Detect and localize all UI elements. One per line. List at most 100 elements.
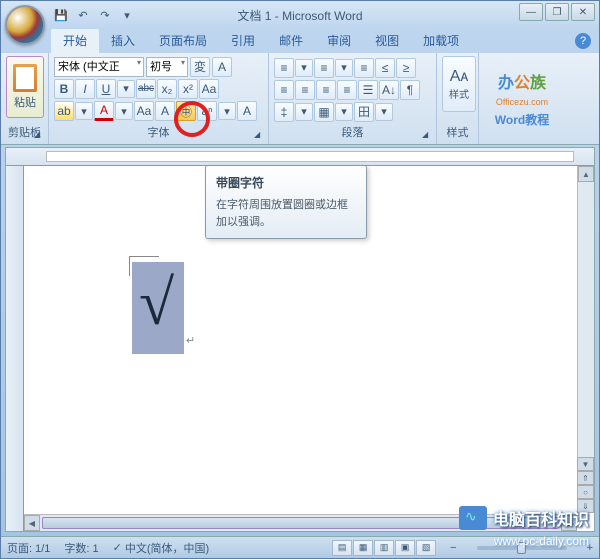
app-window: 💾 ↶ ↷ ▾ 文档 1 - Microsoft Word — ❐ ✕ 开始 插…	[0, 0, 600, 559]
phonetic-button[interactable]: aⁿ	[197, 101, 217, 121]
shading-button[interactable]: ▦	[314, 102, 334, 122]
borders-more[interactable]: ▾	[375, 103, 393, 121]
status-page[interactable]: 页面: 1/1	[7, 540, 50, 556]
horizontal-ruler[interactable]	[6, 148, 594, 166]
view-outline[interactable]: ▣	[395, 540, 415, 556]
superscript-button[interactable]: x²	[178, 79, 198, 99]
office-button[interactable]	[5, 5, 45, 45]
a2-button[interactable]: A	[237, 101, 257, 121]
font-group-label: 字体	[54, 122, 263, 142]
paste-label: 粘贴	[14, 94, 36, 110]
watermark-url: Officezu.com	[496, 97, 548, 107]
char-border-button[interactable]: A	[155, 101, 175, 121]
font-color-button[interactable]: A	[94, 101, 114, 121]
font-color-more[interactable]: ▾	[115, 102, 133, 120]
scroll-left-icon[interactable]: ◀	[24, 515, 40, 531]
shading-more[interactable]: ▾	[335, 103, 353, 121]
status-words[interactable]: 字数: 1	[64, 540, 98, 556]
close-button[interactable]: ✕	[571, 3, 595, 21]
bullets-button[interactable]: ≡	[274, 58, 294, 78]
align-center-button[interactable]: ≡	[295, 80, 315, 100]
italic-button[interactable]: I	[75, 79, 95, 99]
tooltip-description: 在字符周围放置圆圈或边框加以强调。	[216, 197, 356, 230]
cursor-guide-h	[129, 256, 159, 257]
enclose-char-button[interactable]: ㊥	[176, 101, 196, 121]
highlight-button[interactable]: ab	[54, 101, 74, 121]
window-controls: — ❐ ✕	[519, 3, 595, 21]
lang-check-icon: ✓	[113, 541, 122, 554]
justify-button[interactable]: ≡	[337, 80, 357, 100]
status-language[interactable]: ✓ 中文(简体，中国)	[113, 540, 210, 556]
maximize-button[interactable]: ❐	[545, 3, 569, 21]
font-size-select[interactable]: 初号	[146, 57, 188, 77]
show-marks-button[interactable]: ¶	[400, 80, 420, 100]
change-case-button[interactable]: Aa	[199, 79, 219, 99]
multilevel-button[interactable]: ≡	[354, 58, 374, 78]
tab-layout[interactable]: 页面布局	[147, 28, 219, 53]
align-right-button[interactable]: ≡	[316, 80, 336, 100]
scroll-up-icon[interactable]: ▲	[578, 166, 594, 182]
indent-left-button[interactable]: ≤	[375, 58, 395, 78]
styles-button[interactable]: Aᴀ 样式	[442, 56, 476, 112]
borders-button[interactable]: 田	[354, 102, 374, 122]
paste-button[interactable]: 粘贴	[6, 56, 44, 118]
view-full-screen[interactable]: ▦	[353, 540, 373, 556]
bold-button[interactable]: B	[54, 79, 74, 99]
underline-more[interactable]: ▾	[117, 80, 135, 98]
zoom-out-button[interactable]: −	[450, 542, 456, 554]
tooltip-title: 带圈字符	[216, 174, 356, 191]
numbering-button[interactable]: ≡	[314, 58, 334, 78]
wen-button[interactable]: 変	[190, 57, 210, 77]
view-print-layout[interactable]: ▤	[332, 540, 352, 556]
phonetic-more[interactable]: ▾	[218, 102, 236, 120]
save-icon[interactable]: 💾	[51, 5, 71, 25]
aa-button[interactable]: Aa	[134, 101, 154, 121]
distribute-button[interactable]: ☰	[358, 80, 378, 100]
browse-object-icon[interactable]: ○	[577, 485, 594, 499]
strikethrough-button[interactable]: abc	[136, 79, 156, 99]
view-draft[interactable]: ▧	[416, 540, 436, 556]
indent-right-button[interactable]: ≥	[396, 58, 416, 78]
undo-icon[interactable]: ↶	[73, 5, 93, 25]
paragraph-launcher[interactable]: ◢	[422, 130, 434, 142]
vertical-ruler[interactable]	[6, 166, 24, 531]
box-a-button[interactable]: A	[212, 57, 232, 77]
redo-icon[interactable]: ↷	[95, 5, 115, 25]
highlight-more[interactable]: ▾	[75, 102, 93, 120]
subscript-button[interactable]: x₂	[157, 79, 177, 99]
tab-review[interactable]: 审阅	[315, 28, 363, 53]
window-title: 文档 1 - Microsoft Word	[237, 7, 362, 24]
underline-button[interactable]: U	[96, 79, 116, 99]
paragraph-group-label: 段落	[274, 122, 431, 142]
tab-references[interactable]: 引用	[219, 28, 267, 53]
tab-mailings[interactable]: 邮件	[267, 28, 315, 53]
paragraph-group: ≡ ▾ ≡ ▾ ≡ ≤ ≥ ≡ ≡ ≡ ≡ ☰ A↓ ¶ ‡ ▾ ▦ ▾	[269, 53, 437, 144]
help-icon[interactable]: ?	[575, 33, 591, 49]
minimize-button[interactable]: —	[519, 3, 543, 21]
browse-nav: ▼ ⇑ ○ ⇓	[577, 457, 594, 513]
align-left-button[interactable]: ≡	[274, 80, 294, 100]
titlebar: 💾 ↶ ↷ ▾ 文档 1 - Microsoft Word — ❐ ✕	[1, 1, 599, 29]
tab-insert[interactable]: 插入	[99, 28, 147, 53]
footer-watermark: 电脑百科知识	[459, 506, 589, 530]
cursor-guide-v	[129, 256, 130, 276]
tab-addins[interactable]: 加载项	[411, 28, 471, 53]
status-language-label: 中文(简体，中国)	[125, 540, 209, 556]
prev-page-icon[interactable]: ⇑	[577, 471, 594, 485]
spacing-more[interactable]: ▾	[295, 103, 313, 121]
font-name-select[interactable]: 宋体 (中文正	[54, 57, 144, 77]
ribbon: 粘贴 剪贴板 ◢ 宋体 (中文正 初号 変 A B I U ▾ abc x₂ x…	[1, 53, 599, 145]
view-web-layout[interactable]: ▥	[374, 540, 394, 556]
qat-more-icon[interactable]: ▾	[117, 5, 137, 25]
tab-home[interactable]: 开始	[51, 28, 99, 53]
numbering-more[interactable]: ▾	[335, 59, 353, 77]
ribbon-watermark: 办公族 Officezu.com Word教程	[479, 53, 565, 144]
line-spacing-button[interactable]: ‡	[274, 102, 294, 122]
font-launcher[interactable]: ◢	[254, 130, 266, 142]
clipboard-launcher[interactable]: ◢	[34, 130, 46, 142]
scroll-down-icon[interactable]: ▼	[577, 457, 594, 471]
view-buttons: ▤ ▦ ▥ ▣ ▧	[332, 540, 436, 556]
tab-view[interactable]: 视图	[363, 28, 411, 53]
sort-button[interactable]: A↓	[379, 80, 399, 100]
bullets-more[interactable]: ▾	[295, 59, 313, 77]
